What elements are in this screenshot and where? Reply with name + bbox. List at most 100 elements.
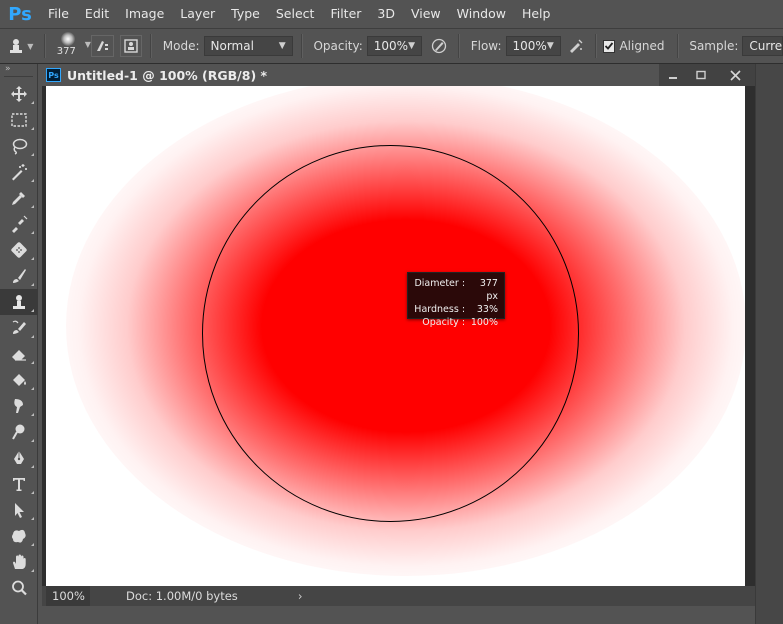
tool-group-indicator [31,361,34,364]
clone-source-icon [124,39,138,53]
pressure-opacity-toggle[interactable] [428,35,450,57]
chevron-down-icon: ▼ [278,41,286,51]
mode-label: Mode: [162,39,200,53]
divider [676,34,678,58]
spot-healing-tool-icon [12,215,28,233]
marquee-tool-icon [11,113,27,127]
mode-dropdown[interactable]: Normal ▼ [203,36,293,56]
opacity-field[interactable]: 100% ▼ [366,36,423,56]
tooltip-colon: : [461,304,466,315]
clone-source-panel-toggle[interactable] [119,35,142,57]
flow-field[interactable]: 100% ▼ [505,36,561,56]
pen-tool[interactable] [0,445,38,471]
close-button[interactable] [715,64,755,86]
zoom-tool[interactable] [0,575,38,601]
dodge-tool[interactable] [0,419,38,445]
tool-group-indicator [31,387,34,390]
paint-bucket-tool[interactable] [0,367,38,393]
chevron-down-icon: ▼ [408,41,416,51]
restore-button[interactable] [687,64,715,86]
dodge-tool-icon [12,424,25,440]
tool-group-indicator [31,491,34,494]
menu-image[interactable]: Image [117,0,172,28]
hand-tool[interactable] [0,549,38,575]
menu-help[interactable]: Help [514,0,559,28]
minimize-button[interactable] [659,64,687,86]
options-bar: ▼ 377 ▼ Mode: Normal ▼ Opacity: 100% ▼ F… [0,28,783,64]
menu-window[interactable]: Window [449,0,514,28]
move-tool[interactable] [0,81,38,107]
zoom-level-field[interactable]: 100% [46,586,90,606]
opacity-value: 100% [373,39,409,53]
brush-preset-picker[interactable]: 377 ▼ [53,29,91,63]
airbrush-toggle[interactable] [565,35,587,57]
tool-group-indicator [31,569,34,572]
tooltip-key: Hardness [414,304,459,315]
eyedropper-tool[interactable] [0,185,38,211]
menu-view[interactable]: View [403,0,449,28]
tooltip-row: Hardness : 33% [414,303,498,316]
sample-dropdown[interactable]: Current [742,36,783,56]
menu-select[interactable]: Select [268,0,323,28]
document-tab[interactable]: Ps Untitled-1 @ 100% (RGB/8) * [42,64,755,86]
menu-layer[interactable]: Layer [172,0,223,28]
clone-stamp-tool[interactable] [0,289,38,315]
hand-tool-icon [13,554,26,569]
tooltip-colon: : [461,278,466,289]
aligned-label: Aligned [619,39,665,53]
magic-wand-tool[interactable] [0,159,38,185]
tool-group-indicator [31,465,34,468]
smudge-tool[interactable] [0,393,38,419]
menu-edit[interactable]: Edit [77,0,117,28]
type-tool[interactable] [0,471,38,497]
lasso-tool[interactable] [0,133,38,159]
menu-type[interactable]: Type [223,0,268,28]
tooltip-key: Diameter [414,278,459,289]
opacity-label: Opacity: [313,39,363,53]
minimize-icon [669,77,677,79]
document-title: Untitled-1 @ 100% (RGB/8) * [67,67,268,83]
lasso-tool-icon [12,138,28,155]
path-selection-tool[interactable] [0,497,38,523]
patch-tool[interactable] [0,237,38,263]
photoshop-logo: Ps [8,3,32,25]
move-tool-icon [11,86,27,102]
marquee-tool[interactable] [0,107,38,133]
sample-label: Sample: [689,39,739,53]
tool-group-indicator [31,309,34,312]
brush-panel-toggle[interactable] [91,35,114,57]
tool-group-indicator [31,127,34,130]
tool-preset-picker[interactable]: ▼ [5,37,36,55]
clone-stamp-preset-icon [10,39,23,53]
brush-size-label: 377 [56,46,76,57]
menu-filter[interactable]: Filter [322,0,369,28]
patch-tool-icon [11,242,27,258]
custom-shape-tool-icon [12,529,26,543]
tooltip-colon: : [461,317,466,328]
eraser-tool[interactable] [0,341,38,367]
menu-3d[interactable]: 3D [369,0,403,28]
menu-file[interactable]: File [40,0,77,28]
spot-healing-tool[interactable] [0,211,38,237]
pressure-pen-icon [431,38,447,54]
tooltip-value: 377 px [479,278,498,302]
chevron-right-icon[interactable]: › [298,589,303,603]
type-tool-icon [13,478,25,491]
brush-tool[interactable] [0,263,38,289]
pen-tool-icon [14,451,24,464]
brush-tool-icon [13,269,26,283]
history-brush-tool[interactable] [0,315,38,341]
menu-bar: Ps File Edit Image Layer Type Select Fil… [0,0,783,28]
restore-icon [696,70,706,80]
collapse-panel-icon[interactable]: » [0,64,37,74]
divider [300,34,302,58]
close-icon [729,69,741,81]
eyedropper-tool-icon [12,192,25,205]
custom-shape-tool[interactable] [0,523,38,549]
tool-group-indicator [31,101,34,104]
workspace-bottom [38,606,755,624]
mode-value: Normal [210,39,254,53]
aligned-checkbox[interactable] [603,39,616,53]
magic-wand-tool-icon [12,164,27,181]
canvas[interactable] [46,86,745,586]
